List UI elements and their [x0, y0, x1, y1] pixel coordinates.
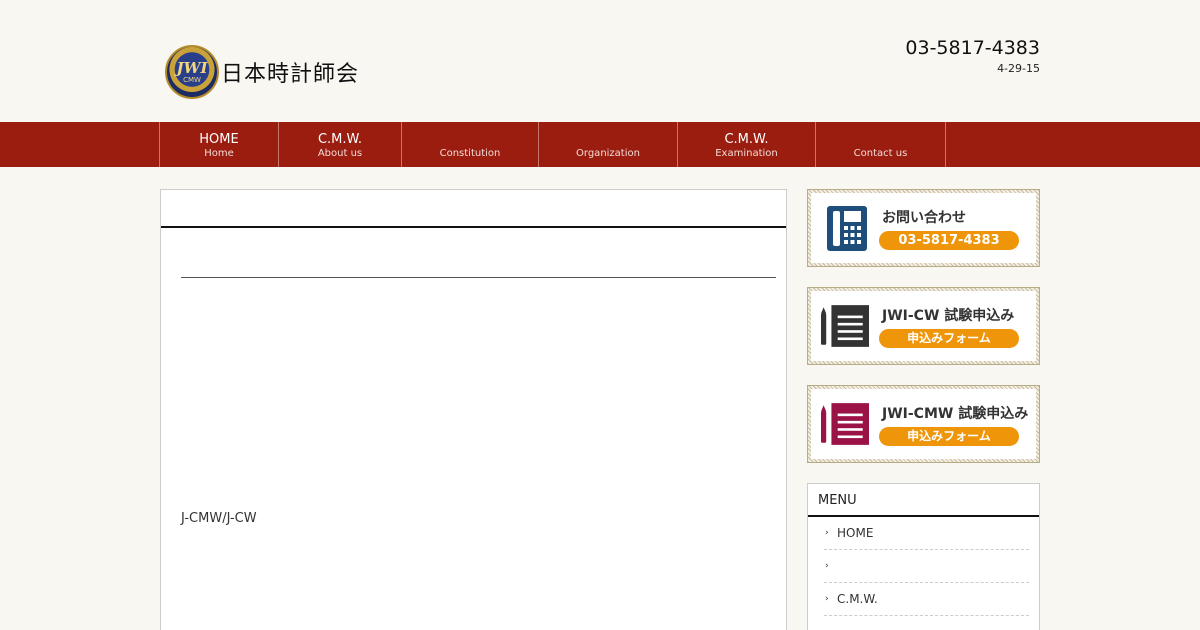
banner-form-pill: 申込みフォーム	[879, 427, 1019, 446]
cw-application-banner[interactable]: JWI-CW 試験申込み 申込みフォーム	[807, 287, 1040, 365]
nav-item-examination[interactable]: C.M.W. Examination	[678, 122, 816, 167]
phone-icon	[827, 206, 867, 251]
banner-phone-pill: 03-5817-4383	[879, 231, 1019, 250]
nav-sublabel: About us	[317, 148, 363, 159]
logo-text: 日本時計師会	[221, 62, 360, 87]
nav-label: HOME	[199, 132, 239, 147]
main-content: J-CMW/J-CW	[160, 189, 787, 630]
emblem-icon: JWI CMW	[165, 45, 219, 99]
menu-item-home[interactable]: › HOME	[824, 517, 1029, 550]
banner-title: お問い合わせ	[882, 210, 966, 226]
content-divider	[181, 277, 776, 278]
nav-sublabel: Constitution	[439, 148, 501, 159]
nav-label: C.M.W.	[317, 132, 363, 147]
header-address: 4-29-15	[997, 62, 1040, 75]
nav-sublabel: Organization	[576, 148, 640, 159]
nav-item-organization[interactable]: Organization	[539, 122, 678, 167]
nav-sublabel: Home	[204, 148, 234, 159]
contact-banner[interactable]: お問い合わせ 03-5817-4383	[807, 189, 1040, 267]
nav-item-home[interactable]: HOME Home	[160, 122, 279, 167]
global-nav: HOME Home C.M.W. About us Constitution O…	[0, 122, 1200, 167]
site-logo[interactable]: JWI CMW 日本時計師会	[165, 42, 378, 102]
seal-main-text: JWI	[176, 58, 208, 77]
nav-item-contact[interactable]: Contact us	[816, 122, 946, 167]
content-title-bar	[161, 190, 786, 228]
banner-title: JWI-CW 試験申込み	[882, 308, 1015, 324]
menu-item-cmw[interactable]: › C.M.W.	[824, 583, 1029, 616]
cmw-application-banner[interactable]: JWI-CMW 試験申込み 申込みフォーム	[807, 385, 1040, 463]
sidebar-menu: MENU › HOME › › C.M.W.	[807, 483, 1040, 630]
menu-item-label: HOME	[837, 526, 874, 540]
document-icon	[821, 403, 869, 445]
nav-sublabel: Contact us	[853, 148, 908, 159]
menu-item-label: C.M.W.	[837, 592, 878, 606]
site-header: JWI CMW 日本時計師会 03-5817-4383 4-29-15	[0, 0, 1200, 122]
menu-item[interactable]: ›	[824, 550, 1029, 583]
banner-title: JWI-CMW 試験申込み	[882, 406, 1029, 422]
nav-item-about[interactable]: C.M.W. About us	[279, 122, 402, 167]
seal-sub-text: CMW	[183, 75, 201, 84]
content-body-text: J-CMW/J-CW	[181, 511, 257, 526]
nav-label: C.M.W.	[724, 132, 769, 147]
chevron-right-icon: ›	[825, 594, 829, 604]
menu-title: MENU	[808, 484, 1039, 517]
chevron-right-icon: ›	[825, 561, 829, 571]
header-phone: 03-5817-4383	[905, 37, 1040, 59]
chevron-right-icon: ›	[825, 528, 829, 538]
banner-form-pill: 申込みフォーム	[879, 329, 1019, 348]
nav-sublabel: Examination	[715, 148, 778, 159]
document-icon	[821, 305, 869, 347]
nav-item-constitution[interactable]: Constitution	[402, 122, 539, 167]
